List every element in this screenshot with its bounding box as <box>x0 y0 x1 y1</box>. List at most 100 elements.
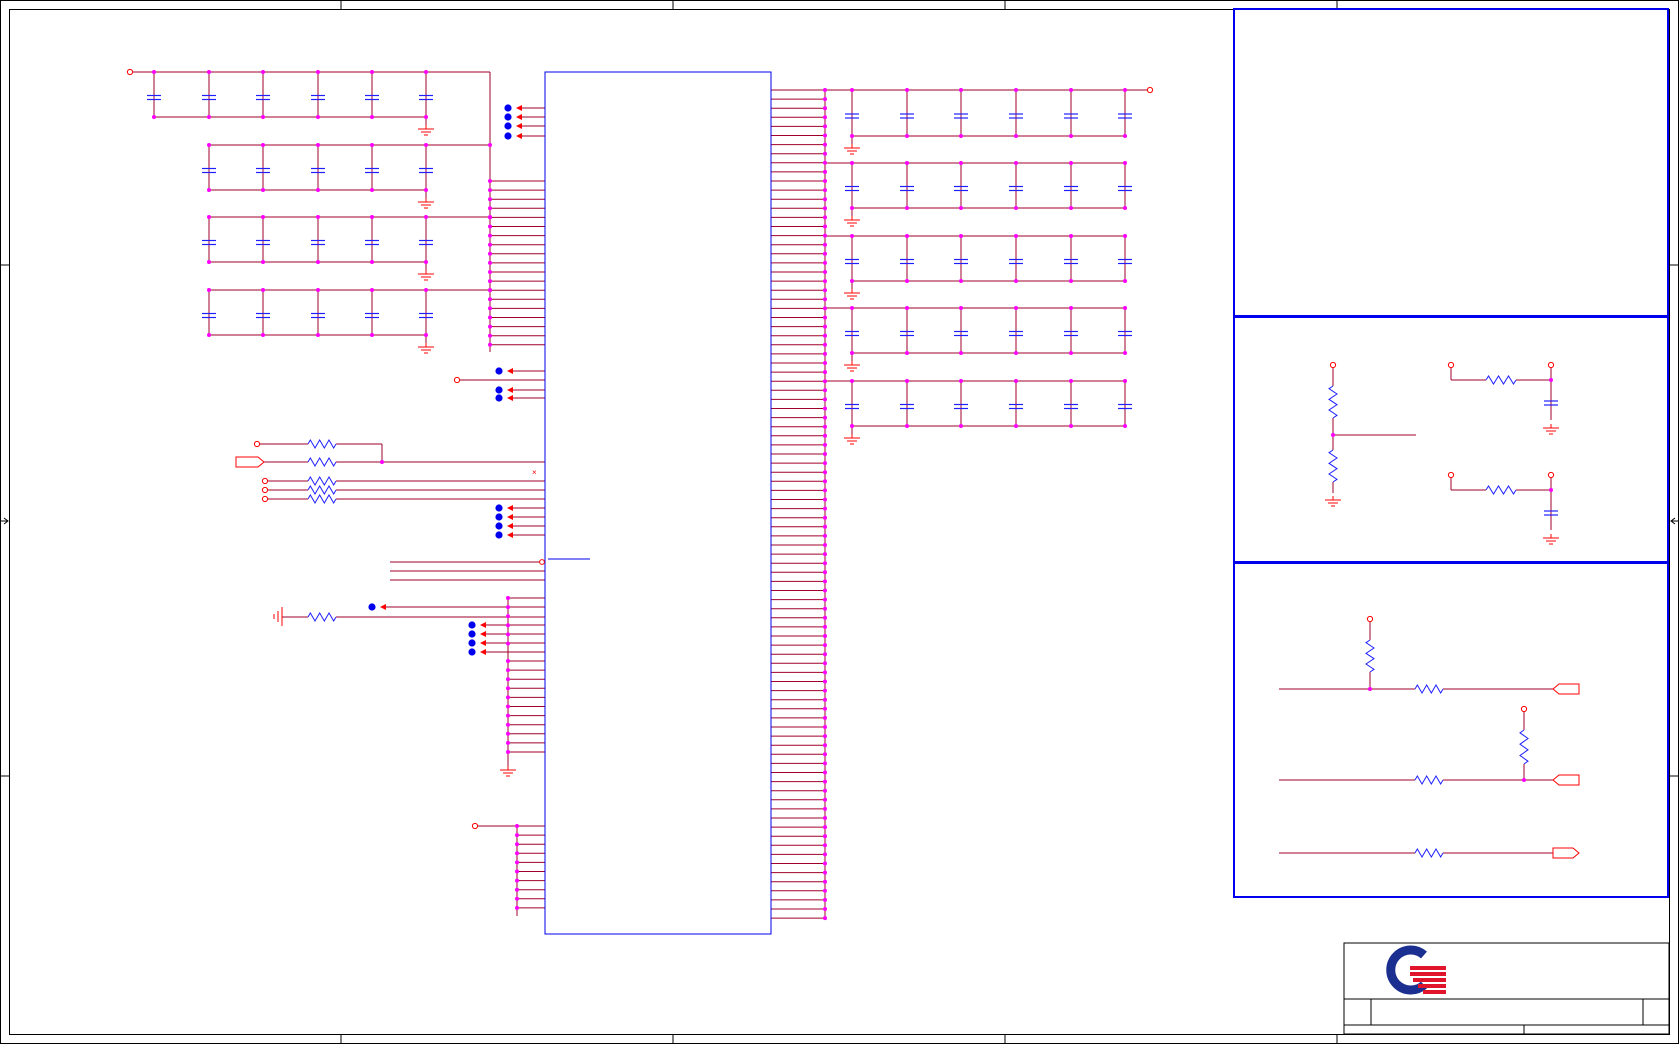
resistor-icon <box>1519 729 1529 765</box>
junction-dot <box>823 160 827 165</box>
junction-dot <box>506 605 510 610</box>
junction-dot <box>823 552 827 557</box>
junction-dot <box>515 869 519 874</box>
panel-top <box>1233 8 1669 317</box>
zone-arrow-icon <box>1 517 9 525</box>
junction-dot <box>823 897 827 902</box>
junction-dot <box>1123 234 1127 238</box>
resistor-icon <box>1485 375 1517 385</box>
resistor-zigzag <box>307 485 337 495</box>
junction-dot <box>1014 306 1018 310</box>
junction-dot <box>1014 161 1018 165</box>
junction-dot <box>488 342 492 347</box>
junction-dot <box>515 905 519 910</box>
no-connect-icon: × <box>532 468 537 477</box>
junction-dot <box>959 424 963 428</box>
junction-dot <box>506 713 510 718</box>
junction-dot <box>823 834 827 839</box>
ground-icon <box>844 144 860 155</box>
junction-dot <box>823 206 827 211</box>
junction-dot <box>823 515 827 520</box>
junction-dot <box>823 643 827 648</box>
junction-dot <box>1069 206 1073 210</box>
junction-dot <box>850 351 854 355</box>
wires <box>133 71 1553 920</box>
junction-dot <box>1123 88 1127 92</box>
junction-dot <box>823 588 827 593</box>
junction-dot <box>850 379 854 383</box>
junction-dot <box>823 561 827 566</box>
junction-dot <box>207 188 211 192</box>
junction-dot <box>1014 234 1018 238</box>
junction-dot <box>316 143 320 147</box>
junction-dot <box>823 260 827 265</box>
junction-dot <box>823 725 827 729</box>
net-marker-dot <box>495 386 503 394</box>
junction-dot <box>424 115 428 119</box>
resistor-zigzag <box>1365 639 1375 673</box>
resistor-icon <box>307 612 337 622</box>
junction-dot <box>316 215 320 219</box>
power-port-icon <box>453 376 461 384</box>
junction-dot <box>823 479 827 484</box>
resistor-zigzag <box>307 476 337 486</box>
junction-dot <box>1069 424 1073 428</box>
junction-dot <box>823 424 827 429</box>
junction-dot <box>1123 161 1127 165</box>
junction-dot <box>905 234 909 238</box>
junction-dot <box>959 161 963 165</box>
junction-dot <box>823 242 827 247</box>
junction-dot <box>823 734 827 739</box>
ground-icon <box>1325 496 1341 507</box>
power-port-icon <box>1146 86 1154 94</box>
junction-dot <box>823 579 827 584</box>
junction-dot <box>515 833 519 838</box>
junction-dot <box>506 731 510 736</box>
junction-dot <box>488 197 492 202</box>
net-marker-dot <box>468 621 476 629</box>
junction-dot <box>488 279 492 284</box>
signal-arrow-icon <box>480 622 486 628</box>
junction-dot <box>207 70 211 74</box>
junction-dot <box>370 115 374 119</box>
junction-dot <box>823 697 827 702</box>
junction-dot <box>316 70 320 74</box>
junction-dot <box>959 306 963 310</box>
junction-dot <box>959 379 963 383</box>
resistor-icon <box>307 439 337 449</box>
junction-dot <box>850 134 854 138</box>
junction-dot <box>823 770 827 775</box>
resistor-icon <box>1328 385 1338 419</box>
resistor-icon <box>307 494 337 504</box>
junction-dot <box>316 115 320 119</box>
signal-arrow-icon <box>516 114 522 120</box>
junction-dot <box>261 215 265 219</box>
junction-dot <box>1014 379 1018 383</box>
junction-dot <box>823 597 827 602</box>
ground-icon <box>844 216 860 227</box>
junction-dot <box>823 215 827 220</box>
junction-dot <box>380 460 384 464</box>
junction-dot <box>488 233 492 238</box>
resistor-zigzag <box>1485 485 1517 495</box>
junction-dot <box>905 134 909 138</box>
junction-dot <box>506 750 510 754</box>
power-port-icon <box>1447 471 1455 479</box>
junction-dot <box>488 242 492 247</box>
junction-dot <box>823 406 827 411</box>
junction-dot <box>424 288 428 292</box>
junction-dot <box>370 333 374 337</box>
net-marker-dot <box>504 104 512 112</box>
chassis-ground-icon <box>273 607 283 626</box>
junction-dot <box>905 88 909 92</box>
net-marker-dot <box>468 648 476 656</box>
junction-dot <box>823 169 827 174</box>
signal-arrow-icon <box>507 514 513 520</box>
junction-dot <box>424 188 428 192</box>
junction-dot <box>506 722 510 727</box>
logo-stripe <box>1423 990 1446 994</box>
power-port-icon <box>253 440 261 448</box>
junction-dot <box>207 260 211 264</box>
junction-dot <box>823 415 827 420</box>
junction-dot <box>823 288 827 293</box>
